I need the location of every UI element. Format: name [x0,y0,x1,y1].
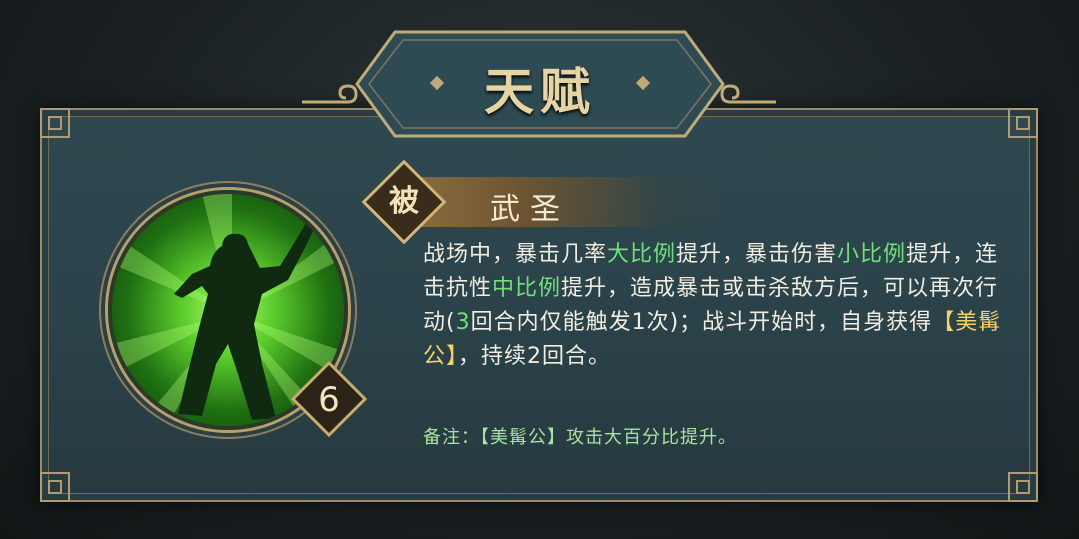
frame-corner-icon [40,108,70,138]
desc-segment: 提升，暴击伤害 [676,242,838,267]
desc-segment: 战场中，暴击几率 [423,242,608,267]
desc-highlight: 小比例 [837,242,907,267]
desc-highlight: 3 [455,310,471,335]
skill-note: 备注：【美髯公】攻击大百分比提升。 [423,427,737,448]
desc-segment: 回合内仅能触发1次)；战斗开始时，自身获得 [470,310,933,335]
desc-highlight: 中比例 [492,276,562,301]
skill-description: 战场中，暴击几率大比例提升，暴击伤害小比例提升，连击抗性中比例提升，造成暴击或击… [423,238,1003,374]
panel-title: 天赋 [484,62,596,121]
frame-corner-icon [1008,108,1038,138]
desc-highlight: 大比例 [607,242,677,267]
skill-level-value: 6 [318,380,340,420]
scroll-ornament-icon [302,84,358,104]
scroll-ornament-icon [720,84,776,104]
desc-segment: ，持续2回合。 [458,344,612,369]
frame-corner-icon [40,472,70,502]
passive-type-label: 被 [389,184,419,219]
frame-corner-icon [1008,472,1038,502]
skill-name: 武圣 [490,192,570,227]
